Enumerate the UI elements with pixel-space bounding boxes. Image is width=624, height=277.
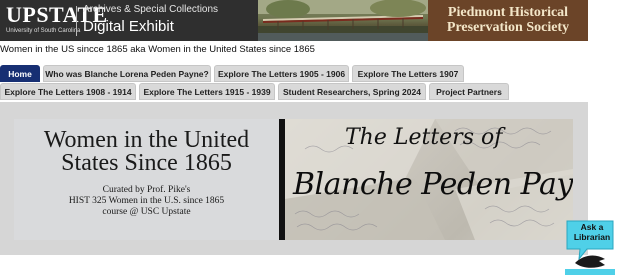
tab-student-researchers[interactable]: Student Researchers, Spring 2024 <box>278 83 426 100</box>
curator-line3: course @ USC Upstate <box>102 207 191 217</box>
exhibit-title-panel: Women in the United States Since 1865 Cu… <box>14 119 279 240</box>
exhibit-title-line2: States Since 1865 <box>61 150 232 176</box>
tab-letters-1908-1914[interactable]: Explore The Letters 1908 - 1914 <box>0 83 136 100</box>
curator-credit: Curated by Prof. Pike's HIST 325 Women i… <box>14 185 279 218</box>
letters-image-panel: The Letters of Blanche Peden Payne <box>285 119 573 240</box>
ask-line2: Librarian <box>573 232 611 242</box>
bridge-photo <box>258 0 428 41</box>
curator-line2: HIST 325 Women in the U.S. since 1865 <box>68 196 225 206</box>
ask-line1: Ask a <box>580 222 604 232</box>
ask-a-librarian-button[interactable]: Ask a Librarian <box>565 219 615 275</box>
tab-letters-1907[interactable]: Explore The Letters 1907 <box>352 65 464 82</box>
page-title: Women in the US sincce 1865 aka Women in… <box>0 44 315 55</box>
digital-exhibit-label: Digital Exhibit <box>83 18 174 35</box>
tab-home[interactable]: Home <box>0 65 40 82</box>
exhibit-title-line1: Women in the United <box>43 127 250 153</box>
brand-divider <box>76 6 77 36</box>
society-line1: Piedmont Historical <box>447 5 569 20</box>
exhibit-title: Women in the United States Since 1865 <box>14 127 279 176</box>
upstate-logo[interactable]: UPSTATE University of South Carolina Arc… <box>0 0 258 41</box>
curator-line1: Curated by Prof. Pike's <box>102 185 191 195</box>
archives-label: Archives & Special Collections <box>83 4 219 15</box>
ask-librarian-label: Ask a Librarian <box>572 222 612 242</box>
hero-banner: Women in the United States Since 1865 Cu… <box>0 102 588 255</box>
header-banner: UPSTATE University of South Carolina Arc… <box>0 0 588 41</box>
piedmont-society-logo[interactable]: Piedmont Historical Preservation Society <box>428 0 588 41</box>
society-line2: Preservation Society <box>446 20 570 35</box>
tab-letters-1915-1939[interactable]: Explore The Letters 1915 - 1939 <box>139 83 275 100</box>
tab-project-partners[interactable]: Project Partners <box>429 83 509 100</box>
tab-who-was-blanche[interactable]: Who was Blanche Lorena Peden Payne? <box>43 65 211 82</box>
brand-subtitle: University of South Carolina <box>6 28 81 34</box>
tab-letters-1905-1906[interactable]: Explore The Letters 1905 - 1906 <box>214 65 349 82</box>
letters-of-heading: The Letters of <box>345 125 503 150</box>
blanche-name-heading: Blanche Peden Payne <box>293 167 573 202</box>
